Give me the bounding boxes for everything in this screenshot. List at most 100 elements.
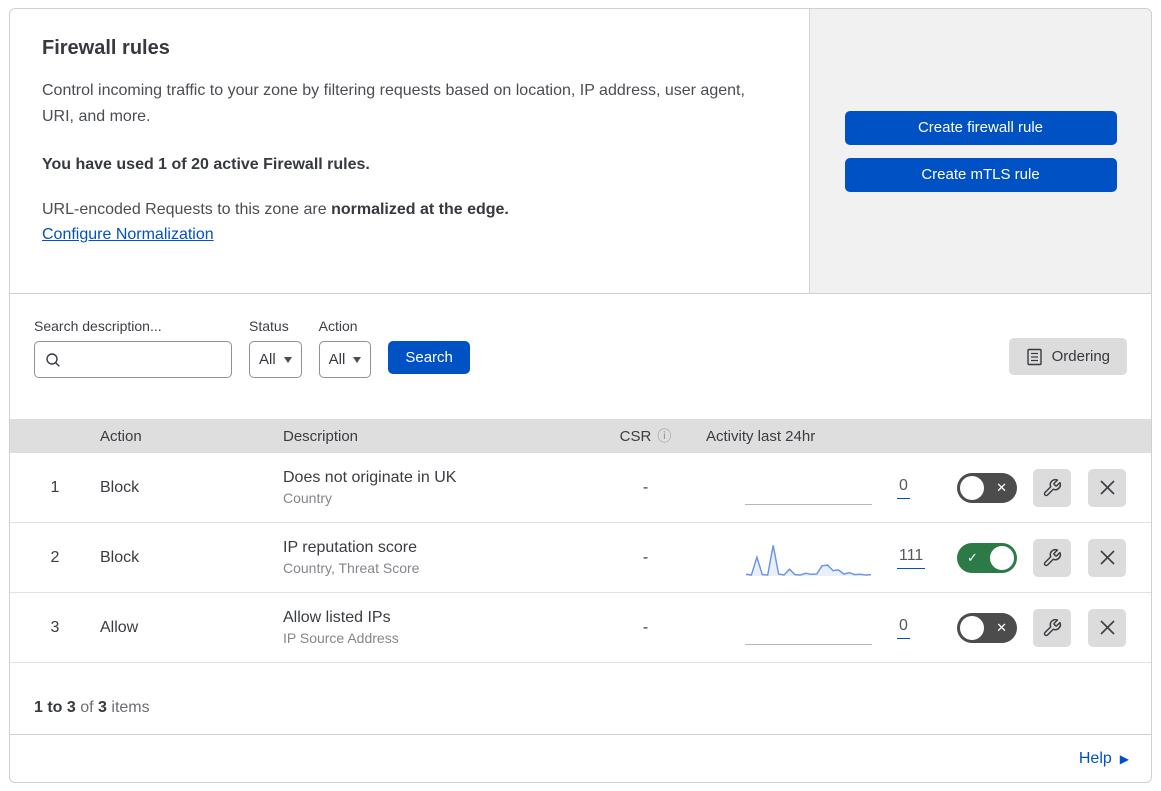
pagination-total: 3 <box>98 699 107 716</box>
toggle-knob <box>990 545 1014 570</box>
column-csr: CSR ⓘ <box>598 426 693 446</box>
column-csr-label: CSR <box>619 427 652 445</box>
help-bar: Help ▶ <box>10 735 1151 782</box>
actions-panel: Create firewall rule Create mTLS rule <box>809 9 1151 293</box>
rule-activity-cell: 0 <box>693 467 949 509</box>
page-title: Firewall rules <box>42 37 170 59</box>
toggle-cell: ✓ ✕ <box>949 612 1025 643</box>
rule-description-cell: Does not originate in UK Country <box>273 467 598 509</box>
chevron-down-icon <box>353 356 362 363</box>
search-label: Search description... <box>34 318 162 334</box>
activity-count-link[interactable]: 0 <box>897 477 910 499</box>
rule-description: Does not originate in UK <box>283 468 457 486</box>
page-description: Control incoming traffic to your zone by… <box>42 82 745 125</box>
activity-sparkline <box>745 607 872 649</box>
rule-csr-value: - <box>642 618 649 636</box>
rule-action: Block <box>100 478 140 496</box>
rule-activity-cell: 111 <box>693 537 949 579</box>
rule-description-cell: Allow listed IPs IP Source Address <box>273 607 598 649</box>
delete-rule-button[interactable] <box>1088 468 1126 507</box>
delete-rule-button[interactable] <box>1088 608 1126 647</box>
search-icon <box>45 352 61 368</box>
edit-rule-button[interactable] <box>1033 468 1071 507</box>
list-document-icon <box>1026 348 1043 366</box>
pagination-range: 1 to 3 <box>34 699 76 716</box>
table-header: Action Description CSR ⓘ Activity last 2… <box>10 419 1151 453</box>
activity-sparkline <box>745 467 872 509</box>
rule-priority: 3 <box>50 618 60 636</box>
wrench-icon <box>1043 548 1062 566</box>
status-label: Status <box>249 318 289 334</box>
search-group: Search description... <box>34 318 254 378</box>
ordering-button-label: Ordering <box>1051 348 1110 365</box>
x-icon: ✕ <box>996 479 1007 495</box>
toggle-cell: ✓ ✕ <box>949 472 1025 503</box>
rule-fields: Country, Threat Score <box>283 560 420 577</box>
ordering-button[interactable]: Ordering <box>1008 338 1127 375</box>
pagination-items: items <box>111 699 150 716</box>
info-icon[interactable]: ⓘ <box>657 426 671 446</box>
configure-normalization-link[interactable]: Configure Normalization <box>42 226 214 244</box>
create-mtls-rule-button[interactable]: Create mTLS rule <box>844 157 1117 192</box>
activity-sparkline <box>745 537 872 579</box>
help-link[interactable]: Help ▶ <box>1079 750 1129 768</box>
filter-bar: Search description... Status All Action … <box>10 294 1151 419</box>
rule-fields: IP Source Address <box>283 630 399 647</box>
x-icon <box>1099 620 1115 635</box>
rule-enabled-toggle[interactable]: ✓ ✕ <box>957 542 1017 573</box>
toggle-knob <box>960 615 984 640</box>
activity-count-link[interactable]: 111 <box>897 547 926 569</box>
edit-cell <box>1025 538 1079 577</box>
help-link-label: Help <box>1078 749 1112 767</box>
rule-enabled-toggle[interactable]: ✓ ✕ <box>957 472 1017 503</box>
edit-rule-button[interactable] <box>1033 538 1071 577</box>
x-icon: ✕ <box>996 619 1007 635</box>
pagination-of: of <box>80 699 94 716</box>
status-dropdown[interactable]: All <box>249 341 302 378</box>
toggle-cell: ✓ ✕ <box>949 542 1025 573</box>
x-icon <box>1099 480 1115 495</box>
action-group: Action All <box>318 318 372 378</box>
table-row: 3 Allow Allow listed IPs IP Source Addre… <box>10 593 1151 663</box>
rule-action: Block <box>100 548 140 566</box>
usage-summary: You have used 1 of 20 active Firewall ru… <box>42 155 370 173</box>
edit-cell <box>1025 468 1079 507</box>
rule-enabled-toggle[interactable]: ✓ ✕ <box>957 612 1017 643</box>
create-firewall-rule-button[interactable]: Create firewall rule <box>844 110 1117 145</box>
edit-rule-button[interactable] <box>1033 608 1071 647</box>
chevron-down-icon <box>283 356 292 363</box>
search-input[interactable] <box>69 350 254 369</box>
arrow-right-icon: ▶ <box>1119 751 1129 766</box>
rule-activity-cell: 0 <box>693 607 949 649</box>
rule-description-cell: IP reputation score Country, Threat Scor… <box>273 537 598 579</box>
rule-csr-value: - <box>642 478 649 496</box>
toggle-knob <box>960 475 984 500</box>
pagination-summary: 1 to 3 of 3 items <box>10 663 1151 735</box>
check-icon: ✓ <box>967 549 978 565</box>
rule-description: Allow listed IPs <box>283 608 391 626</box>
header-section: Firewall rules Control incoming traffic … <box>10 9 1151 294</box>
rule-priority: 2 <box>50 548 60 566</box>
column-description: Description <box>283 427 359 445</box>
normalization-prefix: URL-encoded Requests to this zone are <box>42 200 327 218</box>
rule-csr-value: - <box>642 548 649 566</box>
search-button[interactable]: Search <box>388 341 470 374</box>
column-activity: Activity last 24hr <box>706 427 816 445</box>
delete-rule-button[interactable] <box>1088 538 1126 577</box>
wrench-icon <box>1043 618 1062 636</box>
rule-priority: 1 <box>50 478 60 496</box>
normalization-bold: normalized at the edge. <box>331 200 509 218</box>
delete-cell <box>1079 538 1135 577</box>
delete-cell <box>1079 608 1135 647</box>
wrench-icon <box>1043 478 1062 496</box>
rule-action: Allow <box>100 618 139 636</box>
delete-cell <box>1079 468 1135 507</box>
action-dropdown-value: All <box>328 351 346 368</box>
table-row: 2 Block IP reputation score Country, Thr… <box>10 523 1151 593</box>
search-input-box[interactable] <box>34 341 254 378</box>
action-dropdown[interactable]: All <box>318 341 372 378</box>
activity-count-link[interactable]: 0 <box>897 617 910 639</box>
status-group: Status All <box>249 318 302 378</box>
rule-fields: Country <box>283 490 333 507</box>
action-label: Action <box>318 318 358 334</box>
